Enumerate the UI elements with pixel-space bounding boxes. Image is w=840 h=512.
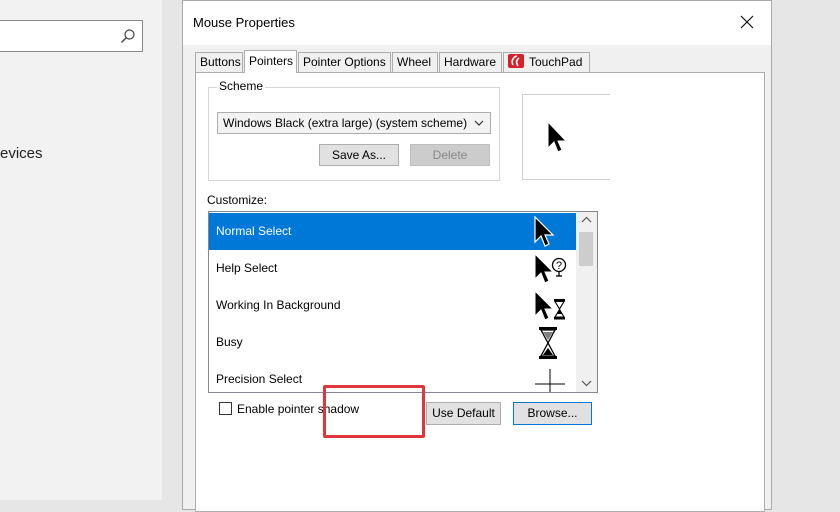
list-scrollbar[interactable] [576, 212, 597, 392]
arrow-cursor-icon [534, 216, 555, 247]
browse-button[interactable]: Browse... [513, 402, 592, 425]
tab-hardware[interactable]: Hardware [439, 52, 502, 72]
arrow-cursor-icon [547, 121, 568, 153]
settings-search-box[interactable] [0, 20, 143, 52]
close-icon[interactable] [737, 12, 757, 32]
svg-text:?: ? [556, 260, 562, 272]
list-item-normal-select[interactable]: Normal Select [209, 213, 576, 250]
sidebar-item-devices[interactable]: evices [0, 145, 43, 162]
tab-wheel[interactable]: Wheel [392, 52, 438, 72]
list-item-busy[interactable]: Busy [209, 324, 576, 361]
settings-sidebar [0, 0, 162, 500]
delete-button[interactable]: Delete [410, 144, 490, 166]
search-icon [121, 29, 135, 43]
pointer-shadow-checkbox[interactable] [219, 402, 232, 415]
chevron-up-icon[interactable] [576, 212, 597, 229]
list-item-help-select[interactable]: Help Select ? [209, 250, 576, 287]
help-cursor-icon: ? [534, 253, 567, 284]
pointer-shadow-label: Enable pointer shadow [237, 402, 360, 416]
hourglass-cursor-icon [539, 327, 557, 359]
list-item-working-in-background[interactable]: Working In Background [209, 287, 576, 324]
scheme-selected-value: Windows Black (extra large) (system sche… [223, 116, 468, 130]
scheme-dropdown[interactable]: Windows Black (extra large) (system sche… [217, 112, 491, 134]
pointers-tab-page: Scheme Windows Black (extra large) (syst… [195, 72, 765, 512]
chevron-down-icon[interactable] [576, 375, 597, 392]
tab-buttons[interactable]: Buttons [195, 52, 243, 72]
tab-touchpad[interactable]: TouchPad [503, 52, 590, 72]
tab-pointers[interactable]: Pointers [244, 50, 297, 73]
save-as-button[interactable]: Save As... [319, 144, 399, 166]
use-default-button[interactable]: Use Default [426, 402, 501, 425]
chevron-down-icon [474, 120, 484, 126]
title-bar: Mouse Properties [183, 1, 771, 45]
touchpad-logo-icon [508, 54, 524, 68]
tab-pointer-options[interactable]: Pointer Options [298, 52, 391, 72]
scheme-legend: Scheme [217, 79, 266, 93]
scroll-thumb[interactable] [579, 232, 593, 266]
crosshair-cursor-icon [535, 369, 565, 392]
cursor-list[interactable]: Normal Select Help Select ? Working In B… [208, 211, 598, 393]
working-cursor-icon [534, 290, 565, 321]
mouse-properties-dialog: Mouse Properties Buttons Pointers Pointe… [182, 0, 772, 512]
pointer-preview [522, 94, 610, 180]
customize-label: Customize: [207, 193, 268, 207]
list-item-precision-select[interactable]: Precision Select [209, 361, 576, 392]
dialog-title: Mouse Properties [193, 15, 295, 30]
scheme-group: Scheme Windows Black (extra large) (syst… [208, 79, 500, 181]
